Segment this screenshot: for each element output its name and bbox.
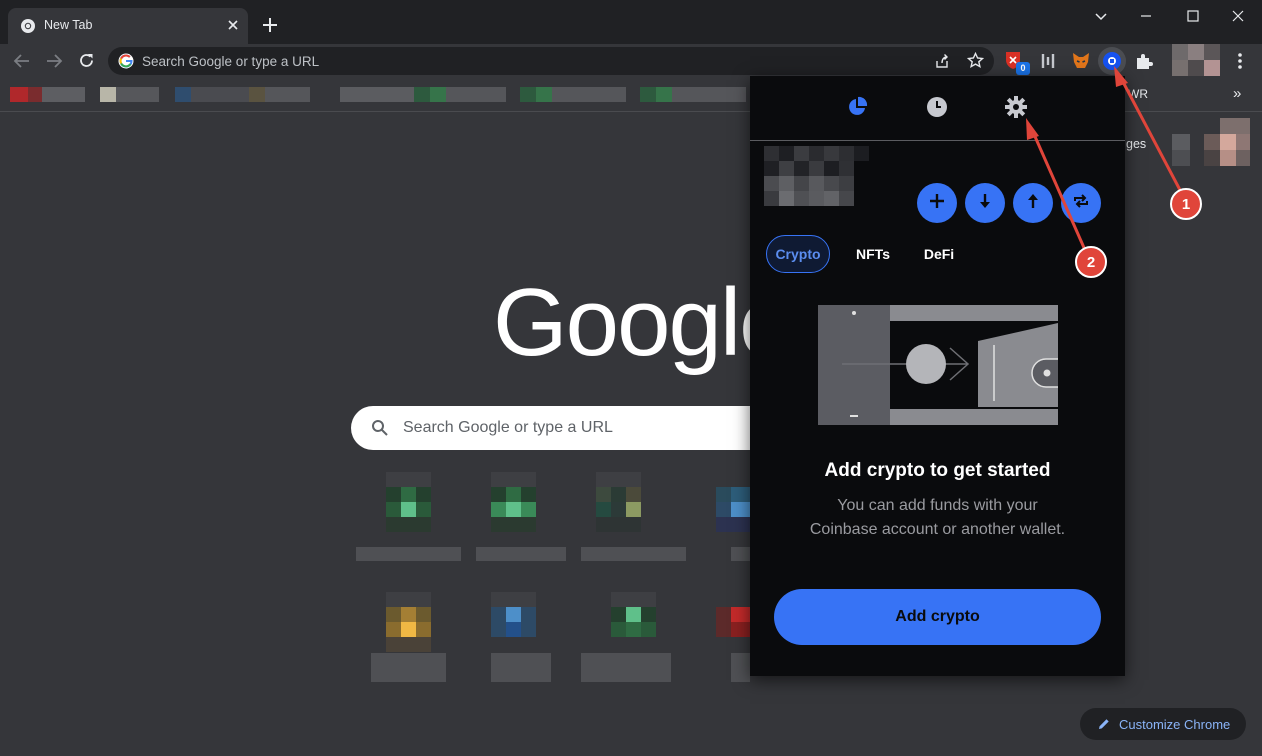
shortcut-tile[interactable] (581, 472, 686, 568)
tab-crypto[interactable]: Crypto (766, 235, 830, 273)
send-button[interactable] (1013, 183, 1053, 223)
shortcut-tile[interactable] (356, 472, 461, 568)
popup-description-line2: Coinbase account or another wallet. (809, 521, 1066, 538)
bookmarks-overflow-chevron[interactable]: » (1233, 85, 1241, 102)
tab-search-chevron-icon[interactable] (1094, 9, 1108, 28)
plus-icon (928, 192, 946, 215)
history-clock-icon[interactable] (926, 96, 948, 123)
customize-chrome-button[interactable]: Customize Chrome (1080, 708, 1246, 740)
account-avatar (764, 146, 869, 206)
arrow-down-icon (976, 192, 994, 215)
close-window-icon[interactable] (1231, 9, 1245, 28)
swap-arrows-icon (1072, 192, 1090, 215)
add-crypto-button[interactable]: Add crypto (774, 589, 1101, 645)
new-tab-icon[interactable] (262, 17, 278, 38)
bookmark-item[interactable] (520, 87, 536, 102)
bookmark-star-icon[interactable] (966, 51, 985, 74)
back-icon[interactable] (13, 53, 31, 74)
tab-nfts[interactable]: NFTs (846, 235, 900, 273)
chrome-menu-icon[interactable] (1232, 52, 1248, 75)
google-g-icon (118, 53, 134, 74)
coinbase-wallet-icon (1102, 51, 1122, 76)
annotation-marker-1: 1 (1170, 188, 1202, 220)
search-icon (371, 419, 389, 442)
profile-avatar[interactable] (1172, 44, 1220, 76)
extensions-puzzle-icon[interactable] (1134, 51, 1154, 76)
wallet-illustration (818, 305, 1058, 425)
coinbase-wallet-extension-button[interactable] (1098, 47, 1126, 75)
tab-title: New Tab (44, 18, 93, 32)
tab-defi[interactable]: DeFi (914, 235, 964, 273)
chrome-icon (20, 18, 36, 39)
extension-badge: 0 (1016, 62, 1030, 75)
customize-chrome-label: Customize Chrome (1119, 717, 1231, 732)
bookmark-item[interactable] (10, 87, 28, 102)
bookmark-item[interactable] (175, 87, 191, 102)
shortcut-tile[interactable] (716, 472, 750, 568)
partial-avatar (1172, 134, 1252, 166)
shortcut-tile[interactable] (476, 472, 566, 568)
maximize-icon[interactable] (1186, 9, 1200, 28)
popup-description-line1: You can add funds with your (837, 497, 1038, 514)
title-bar: New Tab (0, 0, 1262, 44)
assets-pie-chart-icon[interactable] (846, 96, 868, 123)
shortcut-tile[interactable] (491, 592, 551, 682)
bookmark-item[interactable] (640, 87, 656, 102)
omnibox[interactable]: Search Google or type a URL (108, 47, 994, 75)
popup-divider (750, 140, 1125, 141)
swap-button[interactable] (1061, 183, 1101, 223)
add-funds-button[interactable] (917, 183, 957, 223)
reload-icon[interactable] (78, 52, 95, 74)
bars-extension-icon[interactable] (1038, 51, 1058, 76)
receive-button[interactable] (965, 183, 1005, 223)
coinbase-wallet-popup: Crypto NFTs DeFi Add crypto to get start… (750, 76, 1125, 676)
bookmark-item[interactable] (340, 87, 414, 102)
settings-gear-icon[interactable] (1005, 96, 1027, 123)
arrow-up-icon (1024, 192, 1042, 215)
annotation-marker-2: 2 (1075, 246, 1107, 278)
share-icon[interactable] (934, 53, 950, 74)
shortcut-tile[interactable] (371, 592, 446, 682)
toolbar: Search Google or type a URL 0 (0, 44, 1262, 78)
bookmark-partial-label[interactable]: WR (1128, 87, 1148, 101)
bookmark-item[interactable] (100, 87, 116, 102)
forward-icon[interactable] (45, 53, 63, 74)
omnibox-placeholder: Search Google or type a URL (142, 54, 320, 69)
red-shield-extension-icon[interactable]: 0 (1001, 48, 1030, 75)
ntp-partial-label: ges (1126, 137, 1147, 151)
tab-new-tab[interactable]: New Tab (8, 8, 248, 44)
shortcut-tile[interactable] (716, 592, 750, 682)
ntp-search-placeholder: Search Google or type a URL (403, 419, 613, 436)
minimize-icon[interactable] (1139, 9, 1153, 28)
shortcut-tile[interactable] (581, 592, 671, 682)
google-logo: Google (493, 269, 793, 376)
close-tab-icon[interactable] (226, 18, 240, 37)
metamask-fox-icon[interactable] (1070, 50, 1092, 77)
popup-heading: Add crypto to get started (824, 460, 1051, 481)
pencil-icon (1097, 717, 1111, 736)
